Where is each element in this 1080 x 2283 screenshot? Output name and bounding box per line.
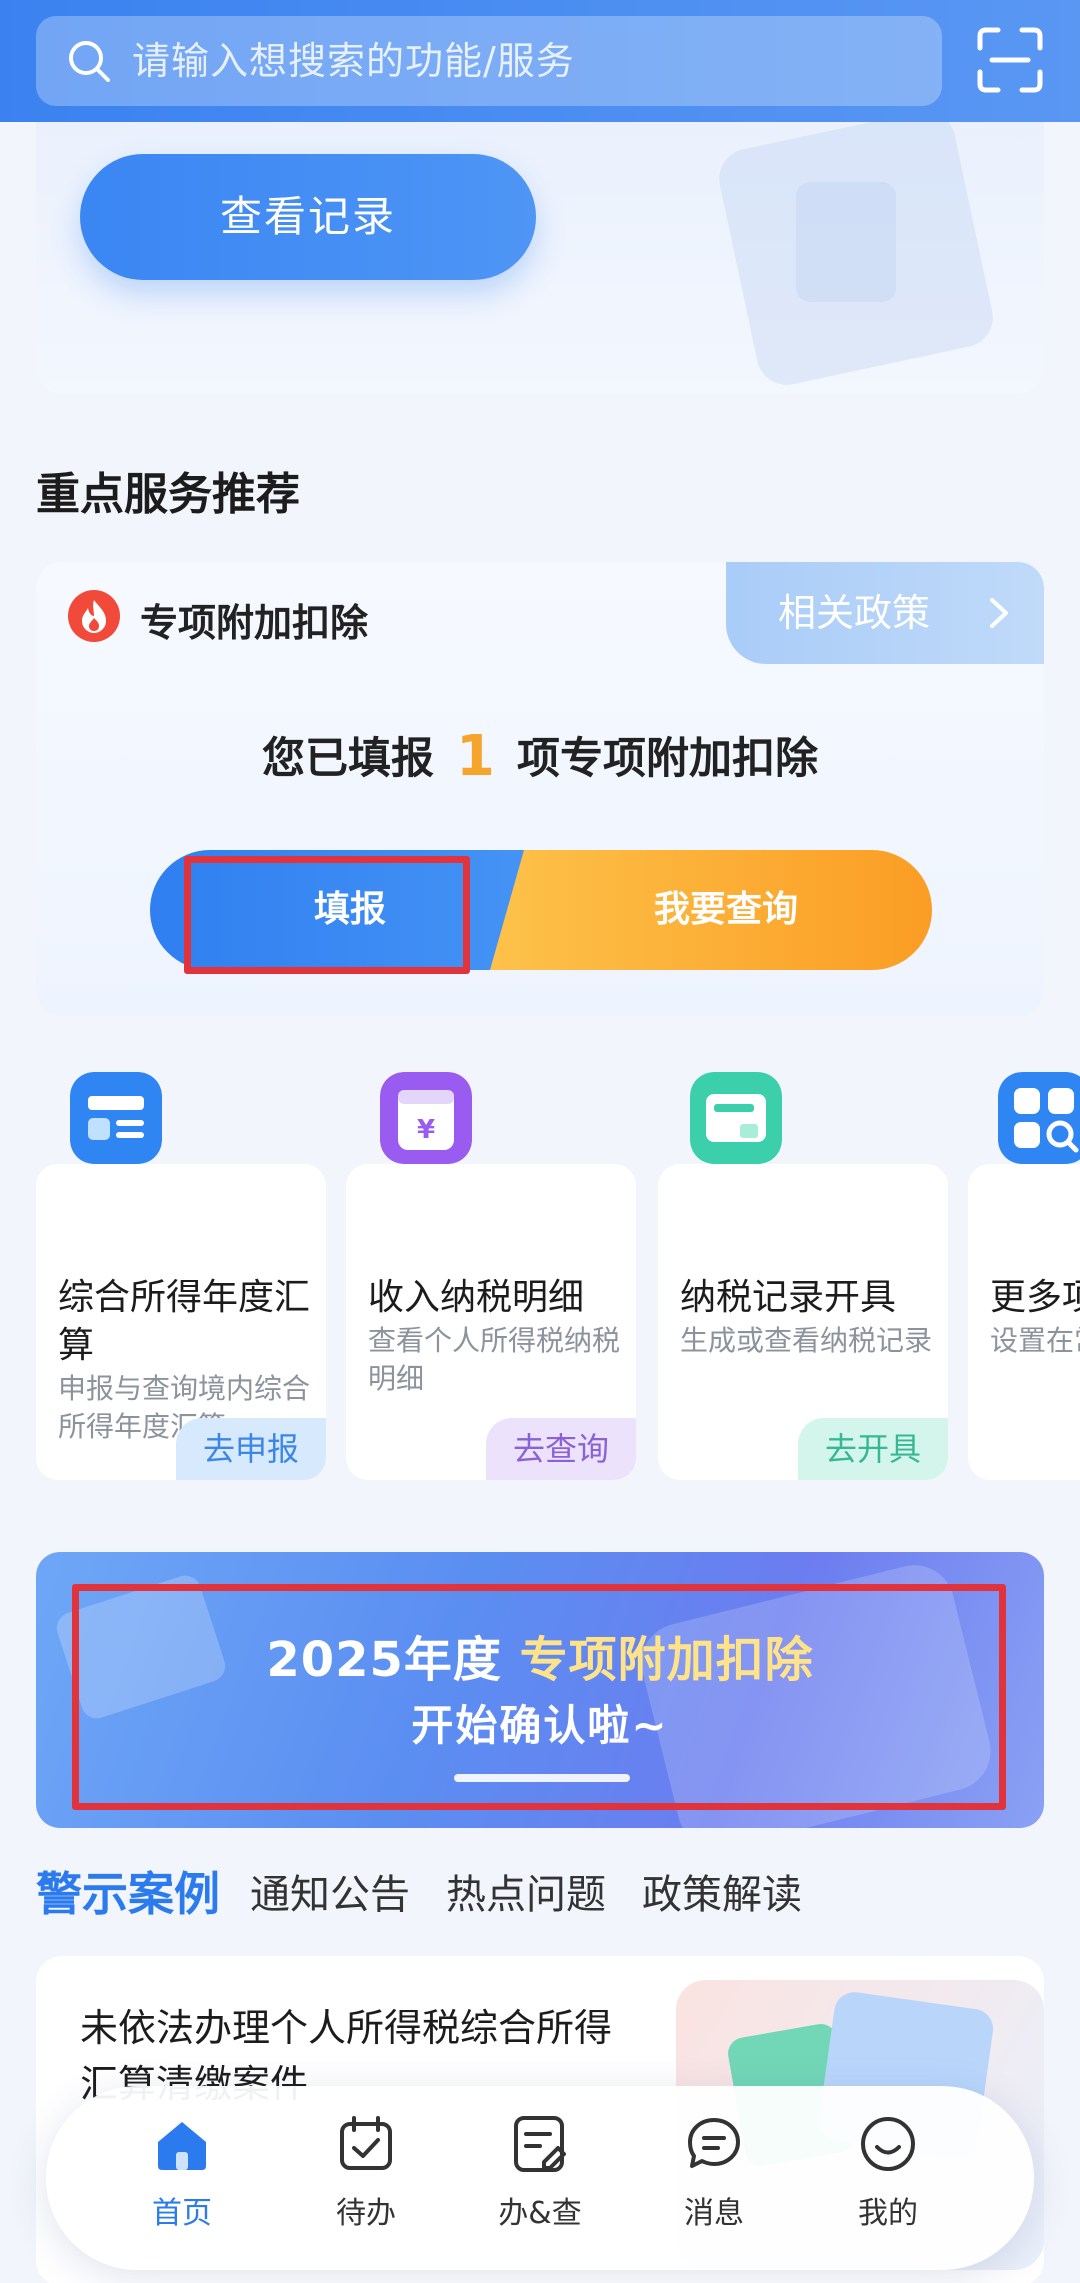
decorative-shape [796,182,896,302]
nav-label: 消息 [684,2196,744,2231]
summary-suffix: 项专项附加扣除 [516,734,818,784]
nav-item-messages[interactable]: 消息 [654,2114,774,2232]
highlight-box [72,1584,1006,1810]
nav-label: 首页 [152,2196,212,2231]
nav-item-handle-query[interactable]: 办&查 [480,2114,600,2232]
service-title: 纳税记录开具 [680,1277,897,1318]
service-card-more[interactable]: 更多项 设置在常用功 [968,1164,1080,1480]
home-icon [158,2122,206,2170]
search-placeholder: 请输入想搜索的功能/服务 [132,39,575,83]
smile-icon [861,2117,915,2171]
nav-label: 我的 [858,2196,918,2231]
summary-prefix: 您已填报 [262,734,435,784]
app-screen: { "search": { "placeholder": "请输入想搜索的功能/… [0,0,1080,2283]
service-action-button[interactable]: 去申报 [176,1418,326,1480]
deduction-title: 专项附加扣除 [140,601,369,645]
nav-item-profile[interactable]: 我的 [828,2114,948,2232]
search-icon [69,41,110,82]
income-detail-icon: ¥ [380,1072,472,1164]
message-icon [688,2118,740,2168]
bottom-nav: 首页 待办 办&查 消息 我的 [46,2086,1034,2270]
view-records-button[interactable]: 查看记录 [80,154,536,280]
tab-policy-interpretation[interactable]: 政策解读 [642,1862,802,1920]
highlight-box [184,856,470,974]
document-edit-icon [514,2116,566,2172]
calendar-check-icon [340,2116,392,2170]
deduction-summary: 您已填报 1 项专项附加扣除 [36,722,1044,789]
section-title: 重点服务推荐 [36,469,300,520]
nav-item-home[interactable]: 首页 [122,2114,242,2232]
service-title: 收入纳税明细 [368,1277,585,1318]
service-desc: 生成或查看纳税记录 [680,1324,933,1357]
service-title: 更多项 [990,1277,1080,1318]
service-desc: 设置在常用功 [990,1324,1080,1357]
search-input[interactable]: 请输入想搜索的功能/服务 [36,16,942,106]
service-title: 综合所得年度汇算 [58,1277,311,1366]
scan-icon[interactable] [976,26,1044,94]
related-policy-label: 相关政策 [778,591,931,635]
service-cards-row: 综合所得年度汇算 申报与查询境内综合所得年度汇算 去申报 收入纳税明细 查看个人… [0,1072,1080,1482]
nav-label: 待办 [336,2196,396,2231]
tab-hot-questions[interactable]: 热点问题 [446,1862,606,1920]
service-action-button[interactable]: 去开具 [798,1418,948,1480]
service-card-annual-tax[interactable]: 综合所得年度汇算 申报与查询境内综合所得年度汇算 去申报 [36,1164,326,1480]
service-card-tax-record[interactable]: 纳税记录开具 生成或查看纳税记录 去开具 [658,1164,948,1480]
top-bar: 请输入想搜索的功能/服务 [0,0,1080,122]
nav-label: 办&查 [498,2196,582,2231]
nav-item-todo[interactable]: 待办 [306,2114,426,2232]
service-action-button[interactable]: 去查询 [486,1418,636,1480]
svg-text:¥: ¥ [417,1115,435,1145]
tab-notices[interactable]: 通知公告 [250,1862,410,1920]
chevron-right-icon [990,598,1008,628]
deduction-count: 1 [456,724,495,789]
query-button[interactable]: 我要查询 [490,850,932,970]
tab-warning-cases[interactable]: 警示案例 [36,1858,220,1924]
tax-record-icon [690,1072,782,1164]
related-policy-link[interactable]: 相关政策 [726,562,1044,664]
records-card: 查看记录 [36,122,1044,394]
service-card-income-detail[interactable]: 收入纳税明细 查看个人所得税纳税明细 去查询 [346,1164,636,1480]
fire-icon [68,590,120,642]
annual-tax-icon [70,1072,162,1164]
more-services-icon [998,1072,1080,1164]
service-desc: 查看个人所得税纳税明细 [368,1324,621,1395]
